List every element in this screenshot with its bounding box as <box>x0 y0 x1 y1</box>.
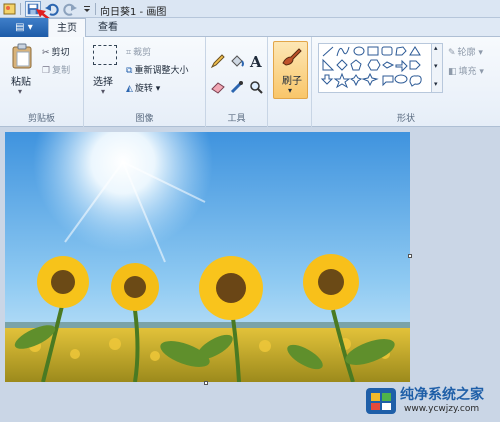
resize-label: 重新调整大小 <box>134 66 189 76</box>
resize-button[interactable]: ⧉ 重新调整大小 <box>126 63 189 77</box>
tab-home[interactable]: 主页 <box>48 18 86 38</box>
fill-icon[interactable] <box>229 53 245 69</box>
watermark: 纯净系统之家 www.ycwjzy.com <box>362 382 498 420</box>
paste-dropdown-icon: ▾ <box>18 87 23 96</box>
watermark-name: 纯净系统之家 <box>400 387 484 403</box>
clipboard-group: 粘贴 ▾ ✂ 剪切 ❐ 复制 剪贴板 <box>0 37 84 127</box>
scissors-icon: ✂ <box>42 47 50 58</box>
resize-handle-bottom[interactable] <box>204 381 208 385</box>
select-dropdown-icon: ▾ <box>101 87 106 96</box>
shapes-group: 形状 <box>312 37 500 127</box>
ribbon-tab-row: ▤ ▾ 主页 查看 <box>0 18 500 38</box>
drawing-canvas[interactable] <box>5 132 410 382</box>
canvas-workspace[interactable] <box>0 128 500 422</box>
resize-icon: ⧉ <box>126 65 133 76</box>
watermark-url: www.ycwjzy.com <box>404 404 480 414</box>
cut-label: 剪切 <box>51 48 70 58</box>
separator <box>20 3 21 15</box>
crop-button[interactable]: ⌗ 裁剪 <box>126 45 152 59</box>
app-icon[interactable] <box>2 1 18 17</box>
ribbon: 粘贴 ▾ ✂ 剪切 ❐ 复制 剪贴板 选择 ▾ ⌗ 裁剪 ⧉ 重新调整大小 ◭ 旋转 ▾ … <box>0 37 500 127</box>
svg-text:A: A <box>249 53 262 69</box>
sunflower-image <box>5 132 410 382</box>
brush-group <box>268 37 312 127</box>
watermark-logo-icon <box>366 388 396 414</box>
tools-group-label: 工具 <box>227 114 246 124</box>
rotate-icon: ◭ <box>126 83 133 94</box>
image-group-label: 图像 <box>135 114 154 124</box>
paste-button[interactable]: 粘贴 ▾ <box>8 43 36 99</box>
eraser-icon[interactable] <box>210 79 226 95</box>
resize-handle-right[interactable] <box>408 254 412 258</box>
redo-icon[interactable] <box>62 1 78 17</box>
shapes-group-label: 形状 <box>396 114 415 124</box>
crop-icon: ⌗ <box>126 47 132 58</box>
paste-label: 粘贴 <box>11 77 31 88</box>
copy-button[interactable]: ❐ 复制 <box>42 63 71 77</box>
copy-label: 复制 <box>52 66 71 76</box>
separator <box>95 3 96 15</box>
select-icon <box>93 45 117 65</box>
crop-label: 裁剪 <box>133 48 152 58</box>
customize-quick-access-icon[interactable] <box>79 1 95 17</box>
cut-button[interactable]: ✂ 剪切 <box>42 45 70 59</box>
rotate-label: 旋转 <box>134 84 153 94</box>
copy-icon: ❐ <box>42 65 51 76</box>
rotate-dropdown-icon: ▾ <box>152 84 161 94</box>
text-icon[interactable]: A <box>248 53 264 69</box>
window-title: 向日葵1 - 画图 <box>100 7 167 18</box>
pencil-icon[interactable] <box>210 53 226 69</box>
clipboard-group-label: 剪贴板 <box>27 114 55 124</box>
file-menu-button[interactable]: ▤ ▾ <box>0 18 48 37</box>
select-button[interactable]: 选择 ▾ <box>90 43 120 99</box>
image-group: 选择 ▾ ⌗ 裁剪 ⧉ 重新调整大小 ◭ 旋转 ▾ 图像 <box>84 37 206 127</box>
paste-icon <box>12 43 32 69</box>
magnifier-icon[interactable] <box>248 79 264 95</box>
tools-group: A 工具 <box>206 37 268 127</box>
select-label: 选择 <box>93 77 113 88</box>
title-bar: 向日葵1 - 画图 <box>0 0 500 27</box>
rotate-button[interactable]: ◭ 旋转 ▾ <box>126 81 161 95</box>
color-picker-icon[interactable] <box>229 79 245 95</box>
tab-view[interactable]: 查看 <box>88 18 128 38</box>
